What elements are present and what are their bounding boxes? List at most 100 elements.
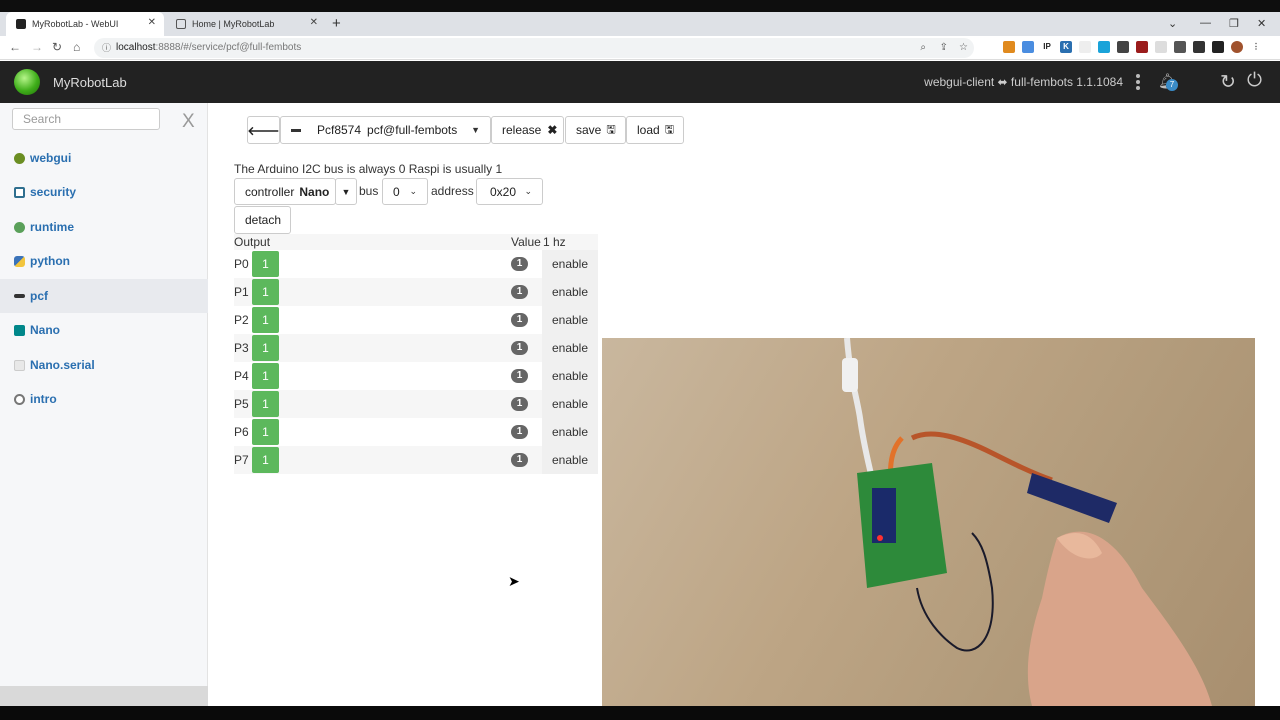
bus-select[interactable]: 0 ⌄: [382, 178, 428, 205]
pin-read-badge: 1: [511, 341, 528, 355]
close-tab-icon[interactable]: ✕: [148, 17, 156, 28]
puzzle-icon[interactable]: [1174, 41, 1186, 53]
extension-icon[interactable]: K: [1060, 41, 1072, 53]
extension-icon[interactable]: [1098, 41, 1110, 53]
service-select[interactable]: Pcf8574 pcf@full-fembots ▼: [280, 116, 491, 144]
clear-search-button[interactable]: X: [182, 111, 195, 133]
menu-kebab-icon[interactable]: ⋮: [1250, 41, 1262, 53]
pin-value-button[interactable]: 1: [252, 363, 279, 389]
enable-button[interactable]: enable: [542, 362, 598, 390]
close-window-icon[interactable]: ✕: [1257, 17, 1266, 30]
reading-list-icon[interactable]: [1193, 41, 1205, 53]
enable-button[interactable]: enable: [542, 306, 598, 334]
back-button[interactable]: 🡐: [247, 116, 280, 144]
table-row: P4 1 1 enable: [234, 362, 598, 390]
reload-icon[interactable]: ↻: [52, 40, 62, 54]
pin-value-button[interactable]: 1: [252, 279, 279, 305]
extension-icon[interactable]: [1136, 41, 1148, 53]
zoom-icon[interactable]: ⌕: [920, 38, 926, 58]
tab-title: Home | MyRobotLab: [192, 19, 275, 29]
controller-value: Nano: [299, 184, 330, 199]
address-bar[interactable]: ⓘ localhost:8888/#/service/pcf@full-femb…: [94, 38, 974, 58]
detach-label: detach: [245, 213, 282, 227]
enable-button[interactable]: enable: [542, 390, 598, 418]
enable-button[interactable]: enable: [542, 278, 598, 306]
table-row: P0 1 1 enable: [234, 250, 598, 278]
sidebar: Search X webgui security runtime python …: [0, 103, 208, 706]
pin-value-button[interactable]: 1: [252, 251, 279, 277]
globe-icon: [14, 152, 25, 164]
profile-avatar-icon[interactable]: [1231, 41, 1243, 53]
sidebar-footer: [0, 686, 208, 706]
screen: MyRobotLab - WebUI ✕ Home | MyRobotLab ✕…: [0, 0, 1280, 720]
sidebar-item-pcf[interactable]: pcf: [0, 279, 208, 313]
detach-button[interactable]: detach: [234, 206, 291, 234]
pin-value-button[interactable]: 1: [252, 447, 279, 473]
sidepanel-icon[interactable]: [1212, 41, 1224, 53]
tab-search-icon[interactable]: ⌄: [1168, 17, 1177, 30]
pin-value-button[interactable]: 1: [252, 307, 279, 333]
enable-button[interactable]: enable: [542, 418, 598, 446]
bookmark-star-icon[interactable]: ☆: [959, 38, 968, 58]
extension-icon[interactable]: [1117, 41, 1129, 53]
sidebar-item-webgui[interactable]: webgui: [0, 141, 208, 175]
sidebar-item-label: runtime: [30, 220, 75, 234]
extension-icon[interactable]: [1079, 41, 1091, 53]
pin-value-button[interactable]: 1: [252, 391, 279, 417]
sidebar-item-runtime[interactable]: runtime: [0, 210, 208, 244]
caret-down-icon: ▼: [341, 186, 351, 197]
restore-icon[interactable]: ❐: [1229, 17, 1239, 30]
share-icon[interactable]: ⇪: [940, 38, 948, 58]
load-label: load: [637, 123, 660, 137]
address-select[interactable]: 0x20 ⌄: [476, 178, 543, 205]
close-icon: ✖: [547, 123, 558, 137]
site-info-icon[interactable]: ⓘ: [102, 38, 111, 58]
controller-select[interactable]: controller Nano: [234, 178, 336, 205]
pcf-chip-icon: [291, 128, 301, 132]
bus-value: 0: [393, 184, 400, 199]
sidebar-item-nano-serial[interactable]: Nano.serial: [0, 348, 208, 382]
close-tab-icon[interactable]: ✕: [310, 17, 318, 28]
sidebar-item-nano[interactable]: Nano: [0, 313, 208, 347]
power-icon[interactable]: ⏻: [1247, 70, 1262, 92]
service-name: pcf@full-fembots: [367, 123, 458, 137]
extension-icon[interactable]: IP: [1041, 41, 1053, 53]
enable-button[interactable]: enable: [542, 250, 598, 278]
controller-label: controller: [245, 184, 295, 199]
minimize-icon[interactable]: —: [1200, 17, 1211, 29]
runtime-icon: [14, 221, 25, 233]
browser-tabstrip: MyRobotLab - WebUI ✕ Home | MyRobotLab ✕…: [0, 12, 1280, 36]
extension-icon[interactable]: [1022, 41, 1034, 53]
refresh-icon[interactable]: ↻: [1220, 71, 1236, 94]
page-favicon-icon: [176, 19, 186, 29]
pin-value-button[interactable]: 1: [252, 335, 279, 361]
table-row: P5 1 1 enable: [234, 390, 598, 418]
enable-button[interactable]: enable: [542, 446, 598, 474]
controller-dropdown-button[interactable]: ▼: [335, 178, 357, 205]
sidebar-item-security[interactable]: security: [0, 175, 208, 209]
mrl-logo-icon[interactable]: [14, 69, 40, 95]
release-button[interactable]: release ✖: [491, 116, 564, 144]
serial-icon: [14, 359, 25, 371]
browser-tab-active[interactable]: MyRobotLab - WebUI ✕: [6, 12, 164, 36]
more-options-icon[interactable]: [1134, 72, 1142, 92]
home-icon[interactable]: ⌂: [73, 40, 80, 54]
app-title: MyRobotLab: [53, 75, 127, 90]
load-file-icon: 🖫: [664, 123, 675, 136]
back-icon[interactable]: ←: [9, 40, 21, 54]
new-tab-icon[interactable]: +: [332, 15, 341, 32]
python-icon: [14, 255, 25, 267]
forward-icon[interactable]: →: [31, 40, 43, 54]
pin-value-button[interactable]: 1: [252, 419, 279, 445]
sidebar-item-intro[interactable]: intro: [0, 382, 208, 416]
extension-icon[interactable]: [1155, 41, 1167, 53]
browser-tab[interactable]: Home | MyRobotLab ✕: [166, 12, 326, 36]
extension-icon[interactable]: [1003, 41, 1015, 53]
save-button[interactable]: save 🖫: [565, 116, 626, 144]
save-file-icon: 🖫: [606, 123, 616, 136]
search-input[interactable]: Search: [12, 108, 160, 130]
load-button[interactable]: load 🖫: [626, 116, 684, 144]
sidebar-item-python[interactable]: python: [0, 244, 208, 278]
enable-button[interactable]: enable: [542, 334, 598, 362]
sidebar-item-label: pcf: [30, 289, 48, 303]
